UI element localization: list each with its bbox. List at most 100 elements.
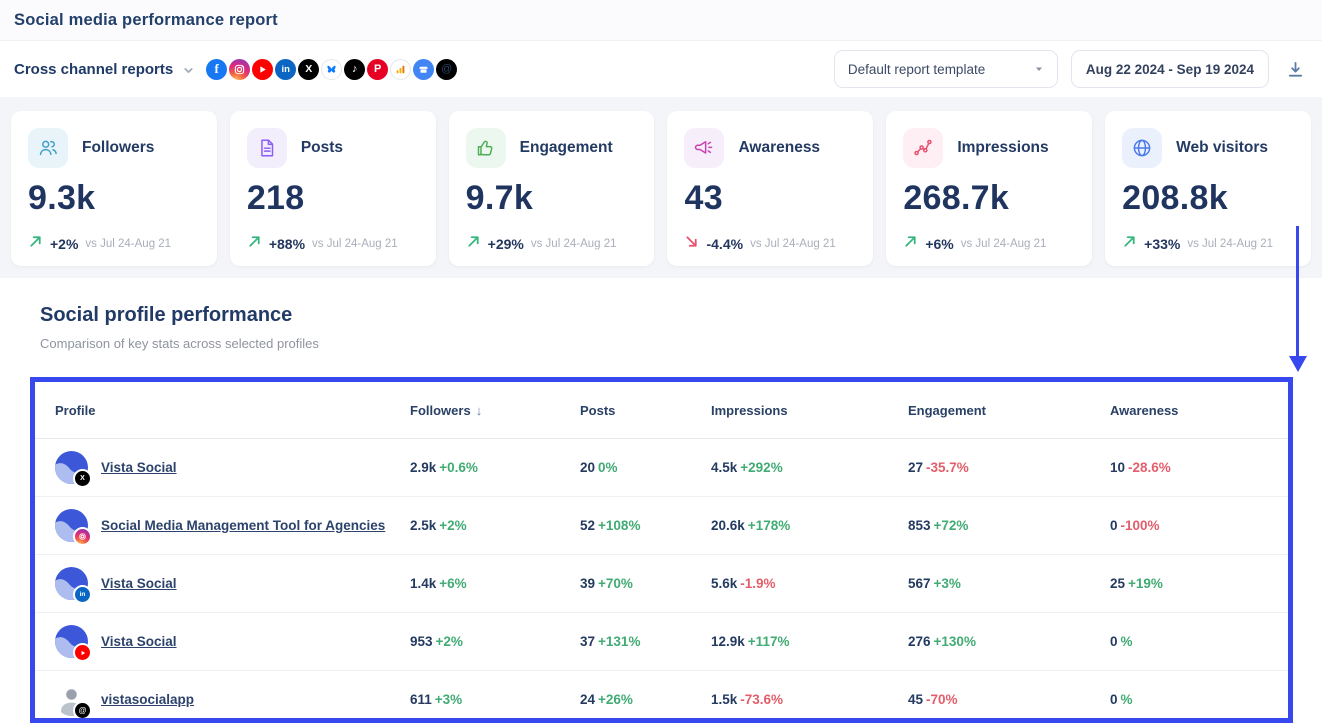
chevron-down-icon[interactable] xyxy=(182,64,195,77)
card-value: 218 xyxy=(247,178,419,218)
card-compare-period: vs Jul 24-Aug 21 xyxy=(1187,238,1273,250)
trend-up-icon xyxy=(903,234,918,254)
trend-up-icon xyxy=(466,234,481,254)
impressions-cell: 4.5k+292% xyxy=(711,460,908,475)
column-header-posts[interactable]: Posts xyxy=(580,403,711,418)
annotation-arrow-line xyxy=(1296,226,1299,358)
cross-channel-reports-label[interactable]: Cross channel reports xyxy=(14,61,173,78)
report-template-value: Default report template xyxy=(848,62,985,77)
engagement-cell: 276+130% xyxy=(908,634,1110,649)
x-icon[interactable]: X xyxy=(298,59,319,80)
avatar xyxy=(55,625,88,658)
profile-cell: @ vistasocialapp xyxy=(55,683,410,716)
posts-cell: 200% xyxy=(580,460,711,475)
toolbar: Cross channel reports f in X ♪ P xyxy=(0,41,1322,97)
facebook-icon[interactable]: f xyxy=(206,59,227,80)
posts-cell: 52+108% xyxy=(580,518,711,533)
card-value: 9.3k xyxy=(28,178,200,218)
column-header-engagement[interactable]: Engagement xyxy=(908,403,1110,418)
table-row: @ vistasocialapp 611+3% 24+26% 1.5k-73.6… xyxy=(35,671,1288,723)
trend-up-icon xyxy=(1122,234,1137,254)
followers-cell: 1.4k+6% xyxy=(410,576,580,591)
card-change: +33% xyxy=(1144,236,1180,252)
card-compare-period: vs Jul 24-Aug 21 xyxy=(531,238,617,250)
bluesky-icon[interactable] xyxy=(321,59,342,80)
instagram-badge-icon xyxy=(73,527,92,546)
impressions-cell: 20.6k+178% xyxy=(711,518,908,533)
column-header-profile[interactable]: Profile xyxy=(55,403,410,418)
table-row: X Vista Social 2.9k+0.6% 200% 4.5k+292% … xyxy=(35,439,1288,497)
card-title: Impressions xyxy=(957,139,1048,157)
trend-down-icon xyxy=(684,234,699,254)
awareness-cell: 25+19% xyxy=(1110,576,1288,591)
engagement-icon xyxy=(466,128,506,168)
engagement-cell: 567+3% xyxy=(908,576,1110,591)
x-badge-icon: X xyxy=(73,469,92,488)
awareness-icon xyxy=(684,128,724,168)
card-compare-period: vs Jul 24-Aug 21 xyxy=(312,238,398,250)
select-caret-icon xyxy=(1034,62,1044,77)
stat-card-posts: Posts 218 +88% vs Jul 24-Aug 21 xyxy=(230,111,436,266)
posts-cell: 39+70% xyxy=(580,576,711,591)
report-window: Social media performance report Cross ch… xyxy=(0,0,1322,728)
column-header-followers[interactable]: Followers↓ xyxy=(410,403,580,418)
profile-cell: in Vista Social xyxy=(55,567,410,600)
followers-cell: 2.9k+0.6% xyxy=(410,460,580,475)
youtube-icon[interactable] xyxy=(252,59,273,80)
annotation-arrow-head-icon xyxy=(1289,356,1307,372)
stat-card-engagement: Engagement 9.7k +29% vs Jul 24-Aug 21 xyxy=(449,111,655,266)
sort-down-icon: ↓ xyxy=(476,403,483,418)
profile-link[interactable]: Vista Social xyxy=(101,576,177,591)
date-range-value: Aug 22 2024 - Sep 19 2024 xyxy=(1086,62,1254,77)
followers-cell: 2.5k+2% xyxy=(410,518,580,533)
profile-link[interactable]: vistasocialapp xyxy=(101,692,194,707)
card-compare-period: vs Jul 24-Aug 21 xyxy=(750,238,836,250)
avatar: @ xyxy=(55,683,88,716)
instagram-icon[interactable] xyxy=(229,59,250,80)
awareness-cell: 0-100% xyxy=(1110,518,1288,533)
date-range-picker[interactable]: Aug 22 2024 - Sep 19 2024 xyxy=(1071,50,1269,88)
avatar: in xyxy=(55,567,88,600)
posts-cell: 24+26% xyxy=(580,692,711,707)
youtube-badge-icon xyxy=(73,643,92,662)
linkedin-icon[interactable]: in xyxy=(275,59,296,80)
page-title: Social media performance report xyxy=(14,11,278,30)
linkedin-badge-icon: in xyxy=(73,585,92,604)
column-header-impressions[interactable]: Impressions xyxy=(711,403,908,418)
google-analytics-icon[interactable] xyxy=(390,59,411,80)
card-change: +6% xyxy=(925,236,953,252)
report-template-select[interactable]: Default report template xyxy=(834,50,1058,88)
profile-cell: X Vista Social xyxy=(55,451,410,484)
download-button[interactable] xyxy=(1282,56,1308,82)
tiktok-icon[interactable]: ♪ xyxy=(344,59,365,80)
table-row: Vista Social 953+2% 37+131% 12.9k+117% 2… xyxy=(35,613,1288,671)
title-bar: Social media performance report xyxy=(0,0,1322,41)
posts-cell: 37+131% xyxy=(580,634,711,649)
threads-icon[interactable]: @ xyxy=(436,59,457,80)
stat-card-web-visitors: Web visitors 208.8k +33% vs Jul 24-Aug 2… xyxy=(1105,111,1311,266)
avatar: X xyxy=(55,451,88,484)
profile-link[interactable]: Vista Social xyxy=(101,460,177,475)
google-business-profile-icon[interactable] xyxy=(413,59,434,80)
profile-cell: Social Media Management Tool for Agencie… xyxy=(55,509,410,542)
card-title: Posts xyxy=(301,139,343,157)
trend-up-icon xyxy=(247,234,262,254)
table-header-row: Profile Followers↓ Posts Impressions Eng… xyxy=(35,382,1288,439)
card-change: -4.4% xyxy=(706,236,743,252)
threads-badge-icon: @ xyxy=(73,701,92,720)
card-title: Engagement xyxy=(520,139,613,157)
profile-link[interactable]: Vista Social xyxy=(101,634,177,649)
followers-icon xyxy=(28,128,68,168)
impressions-cell: 12.9k+117% xyxy=(711,634,908,649)
impressions-cell: 5.6k-1.9% xyxy=(711,576,908,591)
pinterest-icon[interactable]: P xyxy=(367,59,388,80)
table-row: in Vista Social 1.4k+6% 39+70% 5.6k-1.9%… xyxy=(35,555,1288,613)
awareness-cell: 0% xyxy=(1110,634,1288,649)
card-value: 208.8k xyxy=(1122,178,1294,218)
table-row: Social Media Management Tool for Agencie… xyxy=(35,497,1288,555)
column-header-awareness[interactable]: Awareness xyxy=(1110,403,1288,418)
profile-link[interactable]: Social Media Management Tool for Agencie… xyxy=(101,518,385,533)
engagement-cell: 27-35.7% xyxy=(908,460,1110,475)
card-change: +88% xyxy=(269,236,305,252)
card-value: 268.7k xyxy=(903,178,1075,218)
